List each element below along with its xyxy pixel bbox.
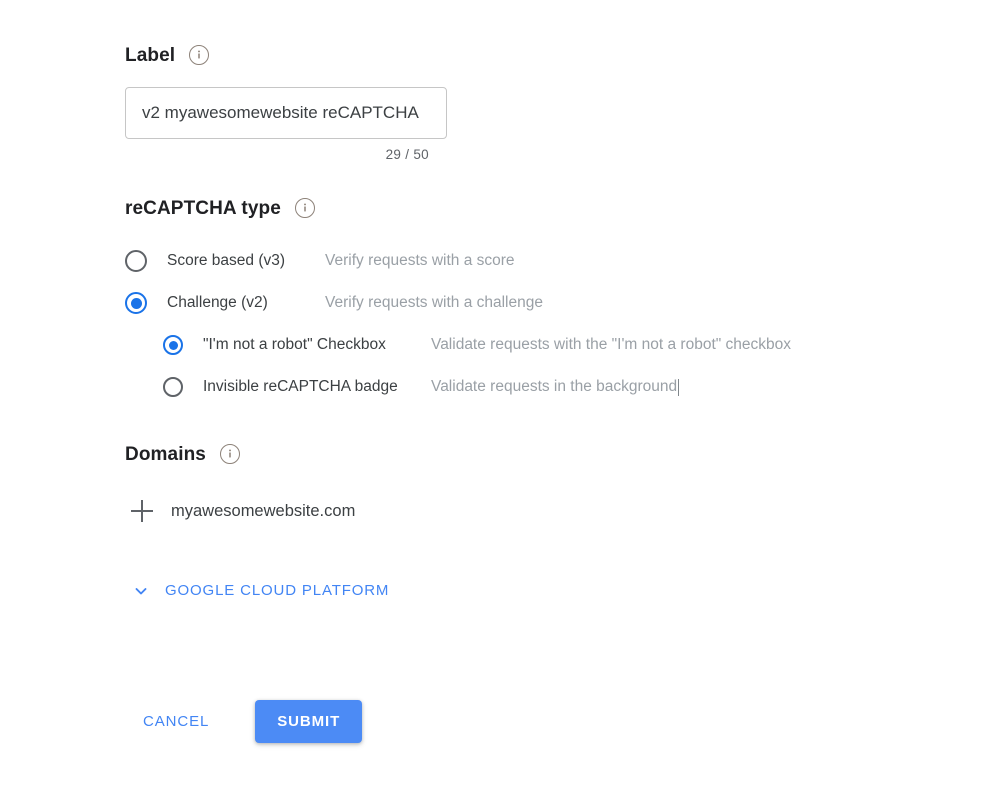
info-icon[interactable] — [219, 444, 240, 464]
radio-option-description: Verify requests with a score — [325, 252, 515, 269]
label-input-wrapper[interactable] — [125, 87, 447, 139]
plus-icon[interactable] — [131, 500, 153, 522]
domain-list-item[interactable]: myawesomewebsite.com — [125, 500, 355, 522]
info-icon[interactable] — [294, 198, 315, 218]
recaptcha-type-title: reCAPTCHA type — [125, 197, 281, 219]
label-input[interactable] — [126, 88, 446, 138]
google-cloud-platform-label: GOOGLE CLOUD PLATFORM — [165, 582, 390, 599]
radio-indicator[interactable] — [125, 250, 147, 272]
info-icon[interactable] — [189, 45, 210, 65]
radio-suboption-description: Validate requests in the background — [431, 378, 678, 395]
domain-name: myawesomewebsite.com — [171, 501, 356, 520]
radio-suboption-label: Invisible reCAPTCHA badge — [203, 378, 398, 395]
radio-option-label: Challenge (v2) — [167, 294, 268, 311]
google-cloud-platform-toggle[interactable]: GOOGLE CLOUD PLATFORM — [125, 578, 391, 603]
radio-suboption-label: "I'm not a robot" Checkbox — [203, 336, 386, 353]
chevron-down-icon — [133, 583, 149, 599]
domains-section: Domains myawesomewebsite.com — [125, 444, 355, 522]
radio-suboption-invisible-badge[interactable]: Invisible reCAPTCHA badge Validate reque… — [163, 370, 791, 404]
label-char-counter: 29 / 50 — [385, 147, 429, 162]
radio-option-label: Score based (v3) — [167, 252, 286, 269]
label-section-header: Label — [125, 45, 447, 65]
label-section-title: Label — [125, 44, 176, 66]
radio-suboption-checkbox[interactable]: "I'm not a robot" Checkbox Validate requ… — [163, 328, 791, 362]
domains-section-title: Domains — [125, 443, 206, 465]
google-cloud-platform-section: GOOGLE CLOUD PLATFORM — [125, 578, 391, 604]
radio-option-challenge[interactable]: Challenge (v2) Verify requests with a ch… — [125, 286, 791, 320]
recaptcha-type-section: reCAPTCHA type Score based (v3) Verify r… — [125, 198, 791, 412]
radio-indicator[interactable] — [163, 377, 183, 397]
radio-suboption-description: Validate requests with the "I'm not a ro… — [431, 336, 792, 353]
recaptcha-type-header: reCAPTCHA type — [125, 198, 791, 218]
label-section: Label 29 / 50 — [125, 45, 447, 162]
radio-option-description: Verify requests with a challenge — [325, 294, 543, 311]
form-actions: CANCEL SUBMIT — [125, 700, 363, 743]
radio-indicator[interactable] — [125, 292, 147, 314]
radio-option-score-based[interactable]: Score based (v3) Verify requests with a … — [125, 244, 791, 278]
domains-section-header: Domains — [125, 444, 355, 464]
radio-indicator[interactable] — [163, 335, 183, 355]
cancel-button[interactable]: CANCEL — [125, 701, 227, 742]
text-caret — [678, 378, 680, 396]
submit-button[interactable]: SUBMIT — [255, 700, 363, 743]
recaptcha-type-radio-group: Score based (v3) Verify requests with a … — [125, 244, 791, 404]
